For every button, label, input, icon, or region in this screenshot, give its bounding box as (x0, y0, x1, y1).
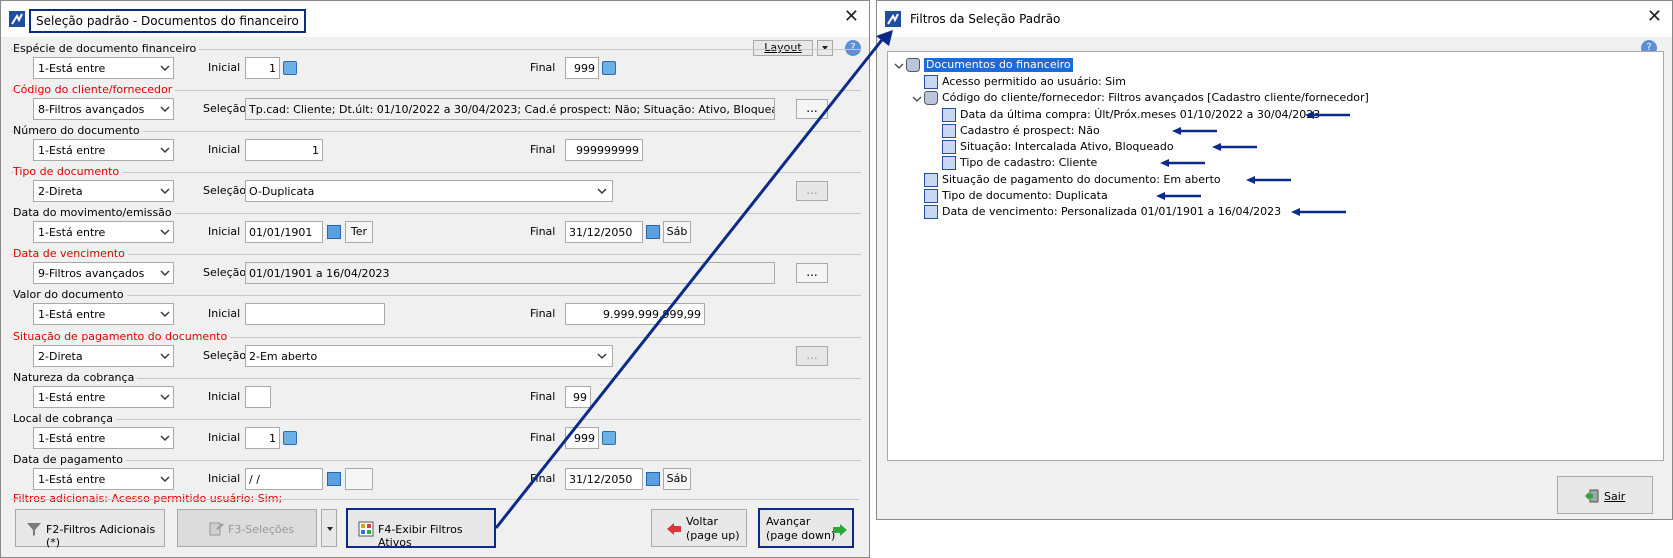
filter-label: Situação de pagamento do documento (13, 330, 231, 344)
filter-label: Número do documento (13, 124, 143, 138)
filter-label: Código do cliente/fornecedor (13, 83, 176, 97)
filter-label: Data do movimento/emissão (13, 206, 175, 220)
connector-arrow (494, 30, 893, 529)
filter-label: Data de vencimento (13, 247, 128, 261)
filter-label: Tipo de documento (13, 165, 123, 179)
filter-label: Data de pagamento (13, 453, 126, 467)
filter-label: Natureza da cobrança (13, 371, 138, 385)
filter-label: Local de cobrança (13, 412, 117, 426)
filter-label: Valor do documento (13, 288, 127, 302)
filter-label: Espécie de documento financeiro (13, 42, 200, 56)
